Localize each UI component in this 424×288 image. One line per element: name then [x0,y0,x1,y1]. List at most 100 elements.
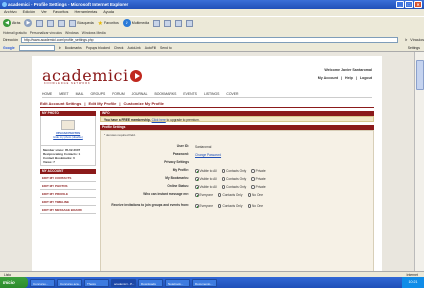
help-link[interactable]: Help [345,76,353,80]
tab-edit-account[interactable]: Edit Account Settings [40,101,81,107]
photo-placeholder-icon [61,120,75,130]
print-icon[interactable] [175,19,183,27]
radio-bookmarks-private[interactable]: Private [251,177,266,181]
taskbar-item[interactable]: Documento... [192,278,217,287]
edit-icon[interactable] [186,19,194,27]
vertical-scrollbar[interactable] [414,52,424,271]
privacy-settings-label: Privacy Settings [164,160,189,164]
close-button[interactable]: ✕ [414,1,422,8]
back-arrow-icon: ◀ [3,19,11,27]
edit-message-board-link[interactable]: EDIT MY MESSAGE BOARD [40,206,96,214]
taskbar-item-active[interactable]: academici - P... [111,278,136,287]
my-account-link[interactable]: My Account [318,76,338,80]
history-icon[interactable] [153,19,161,27]
nav-events[interactable]: EVENTS [183,92,197,97]
scrollbar-thumb[interactable] [416,60,424,90]
menu-favorites[interactable]: Favoritos [53,9,69,16]
ie-window: academici - Profile Settings - Microsoft… [0,0,424,288]
menu-help[interactable]: Ayuda [103,9,114,16]
search-button[interactable]: Búsqueda [69,19,94,27]
nav-journal[interactable]: JOURNAL [132,92,148,97]
google-autolink[interactable]: AutoLink [128,46,141,50]
edit-photos-link[interactable]: EDIT MY PHOTOS [40,182,96,190]
upgrade-suffix: to upgrade to premium. [166,118,200,122]
nav-cover[interactable]: COVER [226,92,238,97]
nav-home[interactable]: HOME [42,92,52,97]
taskbar-item[interactable]: Concurso aca... [57,278,82,287]
logout-link[interactable]: Logout [360,76,372,80]
go-button[interactable]: Ir [405,38,407,42]
change-password-link[interactable]: Change Password [195,153,221,157]
site-nav: HOME MEET MAIL GROUPS FORUM JOURNAL BOOK… [42,92,372,98]
menu-edit[interactable]: Edición [23,9,35,16]
radio-im-everyone[interactable]: Everyone [195,193,213,197]
stop-icon[interactable] [36,19,44,27]
nav-listings[interactable]: LISTINGS [204,92,219,97]
taskbar-item[interactable]: Notebook... [165,278,190,287]
google-check[interactable]: Check [114,46,124,50]
link-windows-media[interactable]: Windows Media [82,31,106,35]
edit-contacts-link[interactable]: EDIT MY CONTACTS [40,174,96,182]
tab-customize-profile[interactable]: Customize My Profile [123,101,163,107]
link-customize[interactable]: Personalizar vínculos [30,31,62,35]
nav-bookmarks[interactable]: BOOKMARKS [155,92,177,97]
upgrade-link[interactable]: Click here [152,118,166,122]
radio-profile-private[interactable]: Private [251,169,266,173]
radio-online-contacts[interactable]: Contacts Only [221,185,246,189]
menu-view[interactable]: Ver [41,9,47,16]
edit-timeline-link[interactable]: EDIT MY TIMELINE [40,198,96,206]
info-box: You have a FREE membership. Click here t… [100,116,374,122]
system-tray-clock: 10:21 [402,277,424,288]
link-windows[interactable]: Windows [65,31,79,35]
home-icon[interactable] [58,19,66,27]
account-menu: MY ACCOUNT EDIT MY CONTACTS EDIT MY PHOT… [40,169,96,214]
tab-edit-profile[interactable]: Edit My Profile [89,101,117,107]
menu-tools[interactable]: Herramientas [74,9,97,16]
radio-profile-all[interactable]: Visible to All [195,169,217,173]
taskbar-item[interactable]: Downloads [138,278,163,287]
nav-forum[interactable]: FORUM [112,92,124,97]
radio-bookmarks-contacts[interactable]: Contacts Only [221,177,246,181]
google-search-input[interactable] [18,44,55,51]
nav-groups[interactable]: GROUPS [91,92,106,97]
maximize-button[interactable]: □ [405,1,413,8]
address-input[interactable]: http://www.academici.com/profile_setting… [20,37,398,43]
member-stats: Member since: 05-02-2007 Reciprocating C… [40,146,96,166]
forward-button[interactable]: ▶ [24,19,33,27]
welcome-text: Welcome Javier Santaromal [324,68,372,72]
radio-online-private[interactable]: Private [251,185,266,189]
user-id-row: User ID: Santaromal [101,144,375,153]
link-hotmail[interactable]: Hotmail gratuito [3,31,27,35]
nav-mail[interactable]: MAIL [76,92,84,97]
site-logo[interactable]: academici KNOWLEDGE NETWORK [42,66,129,85]
radio-im-contacts[interactable]: Contacts Only [217,193,243,197]
favorites-button[interactable]: ★ Favoritos [98,20,119,27]
required-note: * denotes required field. [104,133,136,137]
start-button[interactable]: Inicio [0,277,28,288]
radio-invite-contacts[interactable]: Contacts Only [217,204,243,208]
links-label[interactable]: Vínculos [410,38,424,42]
google-send-to[interactable]: Send to [160,46,172,50]
google-go-button[interactable]: Ir [59,46,61,50]
edit-profile-link[interactable]: EDIT MY PROFILE [40,190,96,198]
nav-meet[interactable]: MEET [59,92,68,97]
radio-im-noone[interactable]: No One [247,193,263,197]
refresh-icon[interactable] [47,19,55,27]
google-bookmarks[interactable]: Bookmarks [65,46,82,50]
radio-profile-contacts[interactable]: Contacts Only [221,169,246,173]
media-button[interactable]: ♪ Multimedia [122,19,149,27]
minimize-button[interactable]: _ [396,1,404,8]
taskbar-item[interactable]: Thesis [84,278,109,287]
mail-icon[interactable] [164,19,172,27]
radio-invite-everyone[interactable]: Everyone [195,204,213,208]
google-popups[interactable]: Popups blocked [86,46,110,50]
back-button[interactable]: ◀ Atrás [3,19,20,27]
menu-file[interactable]: Archivo [4,9,17,16]
radio-online-all[interactable]: Visible to All [195,185,217,189]
radio-invite-noone[interactable]: No One [247,204,263,208]
google-autofill[interactable]: AutoFill [145,46,156,50]
hide-photo-link[interactable]: Hide my photo (disable) [41,135,95,139]
radio-bookmarks-all[interactable]: Visible to All [195,177,217,181]
google-settings[interactable]: Settings [408,46,420,50]
taskbar-item[interactable]: Concurso... [30,278,55,287]
